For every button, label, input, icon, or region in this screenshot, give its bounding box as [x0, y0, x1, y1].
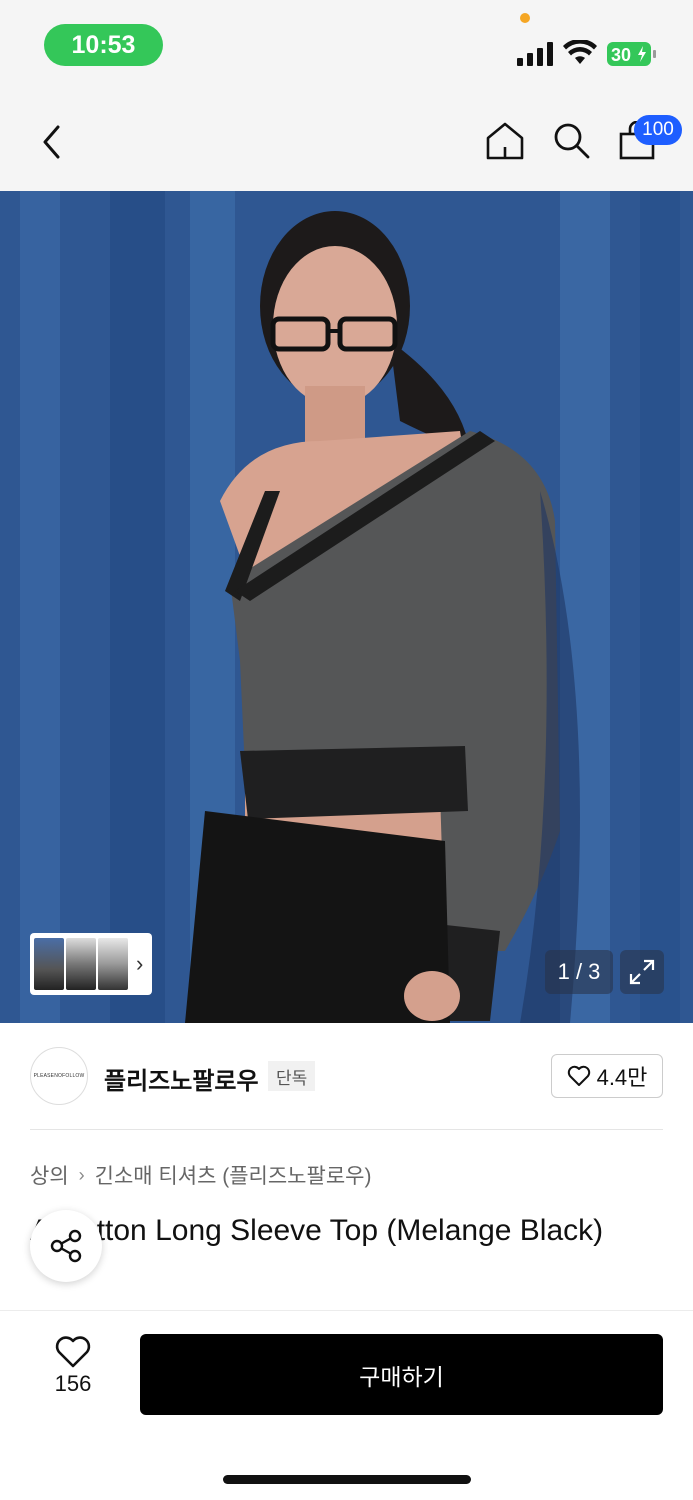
cart-count-badge: 100 [634, 115, 682, 145]
thumbnail-strip[interactable]: › [30, 933, 152, 995]
home-icon [486, 122, 524, 160]
bottom-action-bar: 156 구매하기 [0, 1311, 693, 1500]
expand-icon [629, 959, 655, 985]
share-button[interactable] [30, 1210, 102, 1282]
image-page-indicator: 1 / 3 [545, 950, 613, 994]
divider [30, 1129, 663, 1130]
privacy-indicator-icon [520, 13, 530, 23]
chevron-left-icon [43, 125, 60, 159]
product-image-gallery[interactable]: › 1 / 3 [0, 191, 693, 1023]
thumbnail-3[interactable] [98, 938, 128, 990]
buy-button[interactable]: 구매하기 [140, 1334, 663, 1415]
back-button[interactable] [28, 117, 78, 167]
fullscreen-button[interactable] [620, 950, 664, 994]
breadcrumb: 상의 › 긴소매 티셔츠 (플리즈노팔로우) [30, 1160, 371, 1190]
product-title: A-Button Long Sleeve Top (Melange Black) [30, 1214, 604, 1247]
product-photo [0, 191, 693, 1023]
wifi-icon [563, 40, 597, 64]
brand-like-count: 4.4만 [596, 1065, 648, 1090]
brand-row: PLEASENOFOLLOW 플리즈노팔로우 단독 4.4만 [0, 1023, 693, 1129]
search-icon [554, 123, 590, 159]
brand-like-button[interactable]: 4.4만 [551, 1054, 663, 1098]
search-button[interactable] [545, 114, 599, 168]
thumbnail-2[interactable] [66, 938, 96, 990]
status-time: 10:53 [44, 24, 163, 66]
wishlist-count: 156 [54, 1371, 92, 1396]
battery-level: 30 [611, 45, 631, 65]
status-bar: 10:53 30 [0, 0, 693, 92]
share-icon [50, 1229, 82, 1263]
app-header [0, 92, 693, 191]
battery-icon: 30 [607, 42, 656, 66]
cellular-signal-icon [517, 42, 553, 66]
heart-icon [567, 1065, 590, 1086]
brand-name-link[interactable]: 플리즈노팔로우 [104, 1061, 259, 1096]
breadcrumb-item-category[interactable]: 상의 [30, 1160, 69, 1190]
chevron-right-icon: › [136, 951, 144, 976]
exclusive-badge: 단독 [268, 1061, 316, 1091]
home-indicator[interactable] [223, 1475, 471, 1484]
wishlist-button[interactable]: 156 [34, 1335, 112, 1407]
breadcrumb-item-subcategory[interactable]: 긴소매 티셔츠 (플리즈노팔로우) [95, 1160, 372, 1190]
brand-logo[interactable]: PLEASENOFOLLOW [30, 1047, 88, 1105]
home-button[interactable] [478, 114, 532, 168]
heart-icon [55, 1336, 91, 1368]
thumbnail-1[interactable] [34, 938, 64, 990]
chevron-right-icon: › [78, 1164, 85, 1185]
